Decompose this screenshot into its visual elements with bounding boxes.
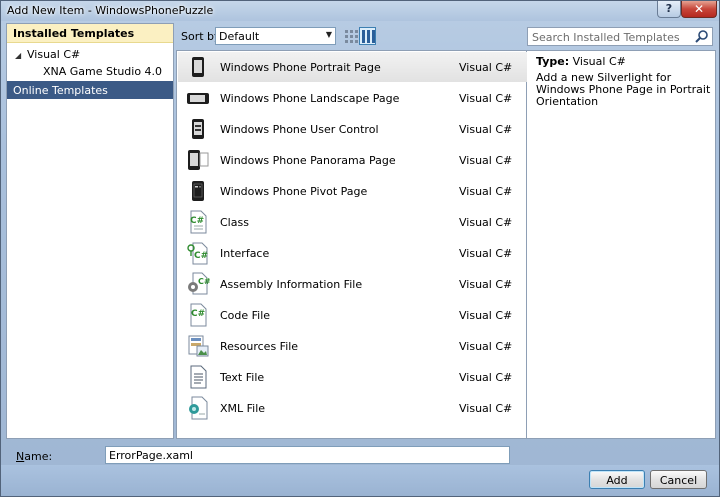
template-language: Visual C# (459, 340, 513, 353)
name-field[interactable]: ErrorPage.xaml (105, 446, 510, 464)
template-name: Windows Phone Panorama Page (220, 154, 396, 167)
tree-item-visual-csharp[interactable]: ◢ Visual C# (7, 46, 173, 63)
template-language: Visual C# (459, 278, 513, 291)
grid-view-icon (345, 30, 358, 43)
svg-text:C#: C# (191, 309, 205, 319)
template-row-class[interactable]: C# Class Visual C# (178, 207, 527, 237)
template-description: Add a new Silverlight for Windows Phone … (536, 71, 711, 108)
template-language: Visual C# (459, 247, 513, 260)
name-label-rest: ame: (24, 450, 53, 463)
template-language: Visual C# (459, 185, 513, 198)
template-name: Code File (220, 309, 271, 322)
template-name: Interface (220, 247, 270, 260)
tree-item-label: Visual C# (27, 48, 81, 61)
tree-item-label: XNA Game Studio 4.0 (43, 65, 163, 78)
template-row-wp-landscape-page[interactable]: Windows Phone Landscape Page Visual C# (178, 83, 527, 113)
template-language: Visual C# (459, 123, 513, 136)
template-language: Visual C# (459, 371, 513, 384)
close-button[interactable]: ✕ (681, 1, 717, 18)
name-label-mnemonic: N (16, 450, 25, 463)
resources-file-icon (188, 335, 209, 357)
template-language: Visual C# (459, 92, 513, 105)
template-name: Resources File (220, 340, 299, 353)
text-file-icon (190, 365, 207, 389)
sort-by-dropdown[interactable]: Default ▼ (215, 27, 336, 45)
template-categories-pane: Installed Templates ◢ Visual C# XNA Game … (6, 23, 174, 439)
template-name: Windows Phone Pivot Page (220, 185, 368, 198)
template-type: Type: Visual C# (536, 55, 626, 68)
template-row-wp-panorama-page[interactable]: Windows Phone Panorama Page Visual C# (178, 145, 527, 175)
online-templates-item[interactable]: Online Templates (7, 81, 173, 99)
template-language: Visual C# (459, 154, 513, 167)
add-button[interactable]: Add (589, 470, 645, 489)
template-name: Windows Phone Portrait Page (220, 61, 381, 74)
assembly-info-icon: C# (188, 272, 210, 295)
templates-list: Windows Phone Portrait Page Visual C# Wi… (176, 50, 527, 439)
title-bar[interactable]: Add New Item - WindowsPhonePuzzle ? ✕ (1, 1, 719, 21)
template-name: XML File (220, 402, 266, 415)
template-row-wp-portrait-page[interactable]: Windows Phone Portrait Page Visual C# (178, 52, 527, 82)
svg-text:C#: C# (198, 277, 210, 286)
phone-panorama-icon (188, 150, 209, 170)
window-title: Add New Item - WindowsPhonePuzzle (7, 4, 214, 17)
phone-pivot-icon (192, 181, 204, 201)
template-language: Visual C# (459, 402, 513, 415)
search-icon[interactable] (695, 29, 709, 43)
template-row-wp-user-control[interactable]: Windows Phone User Control Visual C# (178, 114, 527, 144)
add-new-item-dialog: Add New Item - WindowsPhonePuzzle ? ✕ In… (0, 0, 720, 497)
sort-by-value: Default (219, 30, 260, 43)
template-language: Visual C# (459, 309, 513, 322)
list-view-icon (362, 30, 375, 43)
phone-user-control-icon (192, 119, 204, 139)
search-placeholder: Search Installed Templates (532, 31, 680, 44)
code-file-icon: C# (190, 303, 207, 327)
cancel-button[interactable]: Cancel (650, 470, 707, 489)
svg-text:C#: C# (190, 216, 204, 226)
type-key: Type: (536, 55, 570, 68)
phone-portrait-icon (192, 57, 204, 77)
chevron-down-icon: ▼ (325, 30, 332, 39)
template-row-interface[interactable]: C# Interface Visual C# (178, 238, 527, 268)
phone-landscape-icon (187, 93, 209, 104)
svg-text:C#: C# (194, 251, 208, 261)
template-language: Visual C# (459, 216, 513, 229)
tree-expand-icon[interactable]: ◢ (15, 51, 27, 60)
template-row-assembly-info[interactable]: C# Assembly Information File Visual C# (178, 269, 527, 299)
xml-file-icon (189, 396, 208, 420)
template-row-xml-file[interactable]: XML File Visual C# (178, 393, 527, 423)
class-file-icon: C# (190, 210, 207, 234)
template-row-resources-file[interactable]: Resources File Visual C# (178, 331, 527, 361)
template-details-pane: Type: Visual C# Add a new Silverlight fo… (527, 50, 716, 439)
search-templates-input[interactable]: Search Installed Templates (527, 27, 713, 46)
installed-templates-header[interactable]: Installed Templates (7, 24, 173, 43)
template-language: Visual C# (459, 61, 513, 74)
tree-item-xna-game-studio[interactable]: XNA Game Studio 4.0 (7, 63, 173, 80)
template-row-wp-pivot-page[interactable]: Windows Phone Pivot Page Visual C# (178, 176, 527, 206)
template-name: Windows Phone User Control (220, 123, 379, 136)
template-name: Class (220, 216, 249, 229)
template-name: Assembly Information File (220, 278, 363, 291)
small-icons-view-button[interactable] (359, 27, 376, 45)
medium-icons-view-button[interactable] (342, 27, 359, 45)
help-button[interactable]: ? (657, 1, 681, 18)
template-row-code-file[interactable]: C# Code File Visual C# (178, 300, 527, 330)
interface-file-icon: C# (187, 242, 208, 265)
type-value: Visual C# (572, 55, 626, 68)
template-name: Text File (220, 371, 265, 384)
template-row-text-file[interactable]: Text File Visual C# (178, 362, 527, 392)
template-name: Windows Phone Landscape Page (220, 92, 400, 105)
templates-toolbar: Sort by: Default ▼ Search Installed Temp… (176, 23, 716, 49)
name-label: Name: (16, 450, 52, 463)
